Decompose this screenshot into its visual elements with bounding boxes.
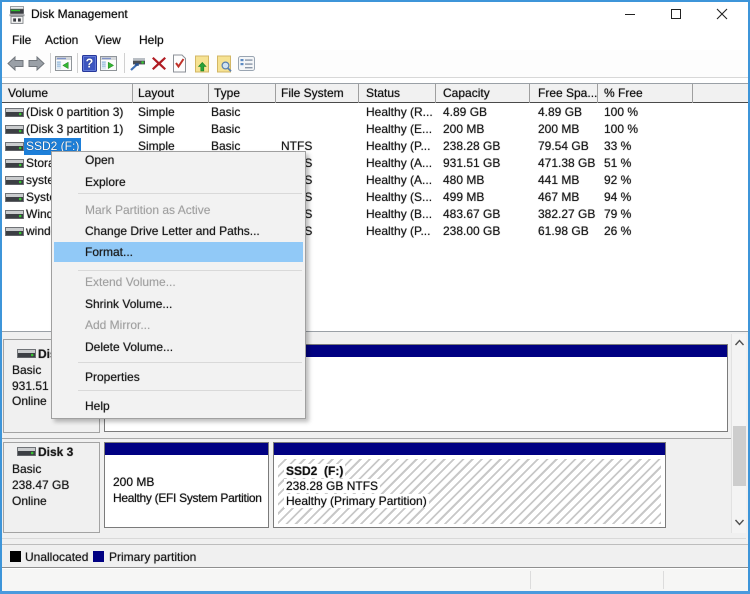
svg-text:?: ?	[86, 57, 94, 71]
